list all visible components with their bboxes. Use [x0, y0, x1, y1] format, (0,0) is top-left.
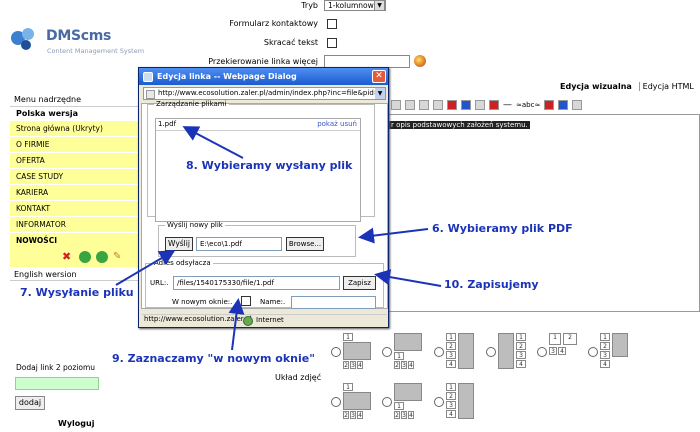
annotation-step-6: 6. Wybieramy plik PDF — [432, 222, 573, 235]
annotation-step-7: 7. Wysyłanie pliku — [20, 286, 134, 299]
annotation-step-8: 8. Wybieramy wysłany plik — [186, 159, 353, 172]
annotation-step-9: 9. Zaznaczamy "w nowym oknie" — [112, 352, 315, 365]
annotation-step-10: 10. Zapisujemy — [444, 278, 539, 291]
cms-admin-page: DMScms Content Management System Menu na… — [0, 0, 700, 432]
arrow-save — [374, 269, 442, 287]
arrow-select-file — [182, 126, 244, 159]
arrow-new-window — [228, 298, 245, 351]
arrow-upload — [115, 249, 176, 286]
arrow-browse — [358, 227, 429, 244]
annotation-arrows — [115, 126, 442, 351]
